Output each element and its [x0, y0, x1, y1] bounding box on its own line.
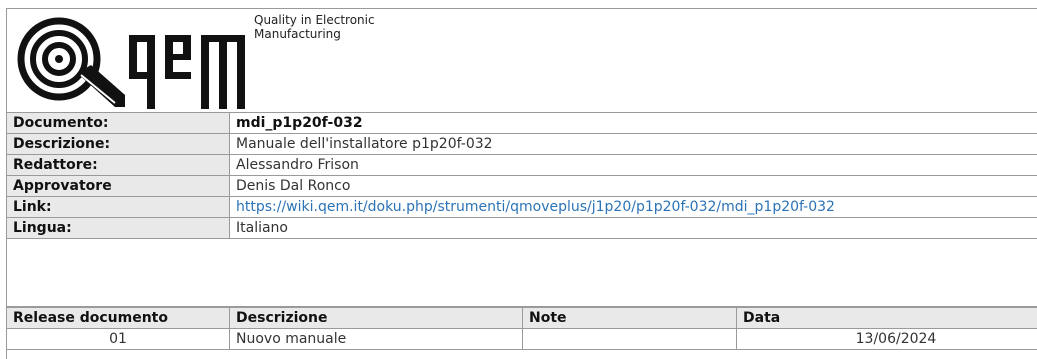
info-value-descrizione: Manuale dell'installatore p1p20f-032 — [230, 134, 1037, 155]
info-row-documento: Documento: mdi_p1p20f-032 — [7, 113, 1037, 134]
release-cell-description: Nuovo manuale — [230, 329, 523, 350]
document-link[interactable]: https://wiki.qem.it/doku.php/strumenti/q… — [236, 199, 835, 215]
release-cell-date: 13/06/2024 — [737, 329, 1037, 350]
table-row: 01 Nuovo manuale 13/06/2024 — [7, 329, 1037, 350]
info-value-link: https://wiki.qem.it/doku.php/strumenti/q… — [230, 197, 1037, 218]
info-key: Descrizione: — [7, 134, 230, 155]
release-header-data: Data — [737, 308, 1037, 329]
logo-letter-e — [165, 35, 191, 79]
info-key: Approvatore — [7, 176, 230, 197]
logo-letter-q — [129, 35, 155, 109]
release-header-row: Release documento Descrizione Note Data — [7, 308, 1037, 329]
release-header-descrizione: Descrizione — [230, 308, 523, 329]
info-key: Documento: — [7, 113, 230, 134]
info-row-lingua: Lingua: Italiano — [7, 218, 1037, 239]
release-table: Release documento Descrizione Note Data … — [6, 307, 1037, 350]
logo-letter-m — [201, 35, 245, 109]
tagline-line-2: Manufacturing — [254, 27, 375, 41]
tagline-line-1: Quality in Electronic — [254, 13, 375, 27]
info-row-approvatore: Approvatore Denis Dal Ronco — [7, 176, 1037, 197]
document-sheet: Quality in Electronic Manufacturing Docu… — [6, 8, 1037, 359]
info-value-documento: mdi_p1p20f-032 — [230, 113, 1037, 134]
release-cell-note — [523, 329, 737, 350]
document-info-table: Documento: mdi_p1p20f-032 Descrizione: M… — [6, 112, 1037, 239]
release-header-documento: Release documento — [7, 308, 230, 329]
info-key: Redattore: — [7, 155, 230, 176]
table-spacer — [7, 298, 1037, 307]
info-value-approvatore: Denis Dal Ronco — [230, 176, 1037, 197]
info-value-lingua: Italiano — [230, 218, 1037, 239]
release-cell-version: 01 — [7, 329, 230, 350]
logo-tagline: Quality in Electronic Manufacturing — [254, 13, 375, 41]
logo-cell: Quality in Electronic Manufacturing — [7, 9, 1037, 113]
info-key: Link: — [7, 197, 230, 218]
info-row-redattore: Redattore: Alessandro Frison — [7, 155, 1037, 176]
info-key: Lingua: — [7, 218, 230, 239]
info-row-descrizione: Descrizione: Manuale dell'installatore p… — [7, 134, 1037, 155]
info-value-redattore: Alessandro Frison — [230, 155, 1037, 176]
info-row-link: Link: https://wiki.qem.it/doku.php/strum… — [7, 197, 1037, 218]
q-emblem-icon — [21, 21, 97, 97]
release-header-note: Note — [523, 308, 737, 329]
